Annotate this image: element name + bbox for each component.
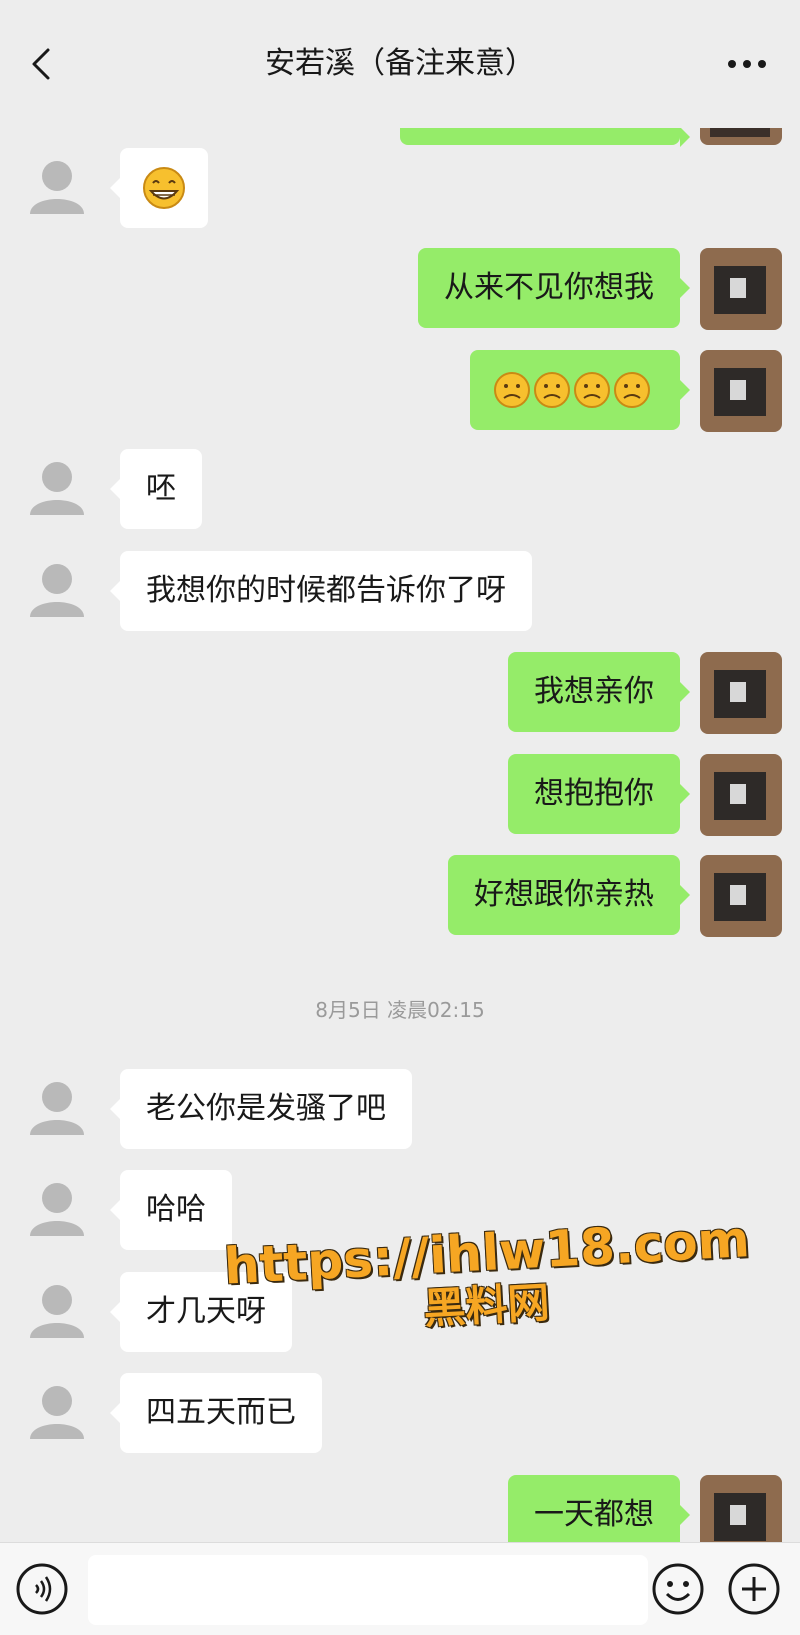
message-bubble[interactable]: 呸 <box>110 449 202 529</box>
message-bubble[interactable]: 四五天而已 <box>110 1373 322 1453</box>
sad-emoji-icon <box>494 372 650 408</box>
default-avatar-icon <box>30 1285 84 1338</box>
more-button[interactable] <box>724 44 770 84</box>
chat-header: 安若溪（备注来意） <box>0 0 800 128</box>
message-bubble[interactable] <box>110 148 208 228</box>
message-bubble[interactable]: 想抱抱你 <box>508 754 690 834</box>
contact-avatar[interactable] <box>16 1170 98 1252</box>
message-input[interactable] <box>88 1555 648 1625</box>
message-bubble[interactable] <box>470 350 690 430</box>
plus-icon <box>728 1563 780 1615</box>
default-avatar-icon <box>30 161 84 214</box>
emoji-button[interactable] <box>650 1561 706 1617</box>
contact-avatar[interactable] <box>16 1373 98 1455</box>
message-bubble[interactable]: 好想跟你亲热 <box>448 855 690 935</box>
contact-avatar[interactable] <box>16 1272 98 1354</box>
message-bubble[interactable]: 哈哈 <box>110 1170 232 1250</box>
default-avatar-icon <box>30 1082 84 1135</box>
my-avatar[interactable] <box>700 855 782 937</box>
message-bubble[interactable]: 老公你是发骚了吧 <box>110 1069 412 1149</box>
voice-button[interactable] <box>14 1561 70 1617</box>
input-toolbar <box>0 1542 800 1635</box>
contact-avatar[interactable] <box>16 551 98 633</box>
default-avatar-icon <box>30 462 84 515</box>
contact-avatar[interactable] <box>16 1069 98 1151</box>
my-avatar[interactable] <box>700 350 782 432</box>
message-bubble[interactable]: 从来不见你想我 <box>418 248 690 328</box>
my-avatar[interactable] <box>700 754 782 836</box>
message-bubble[interactable]: 我想亲你 <box>508 652 690 732</box>
contact-avatar[interactable] <box>16 148 98 230</box>
my-avatar[interactable] <box>700 248 782 330</box>
my-avatar[interactable] <box>700 652 782 734</box>
default-avatar-icon <box>30 564 84 617</box>
default-avatar-icon <box>30 1386 84 1439</box>
contact-avatar[interactable] <box>16 449 98 531</box>
emoji-icon <box>652 1563 704 1615</box>
message-bubble[interactable]: 一天都想 <box>508 1475 690 1542</box>
grin-emoji-icon <box>143 167 185 209</box>
message-bubble[interactable]: 我想你的时候都告诉你了呀 <box>110 551 532 631</box>
message-timestamp: 8月5日 凌晨02:15 <box>315 998 485 1022</box>
chat-title: 安若溪（备注来意） <box>265 46 535 81</box>
my-avatar[interactable] <box>700 1475 782 1542</box>
voice-icon <box>16 1563 68 1615</box>
add-button[interactable] <box>726 1561 782 1617</box>
default-avatar-icon <box>30 1183 84 1236</box>
more-icon <box>728 60 766 68</box>
